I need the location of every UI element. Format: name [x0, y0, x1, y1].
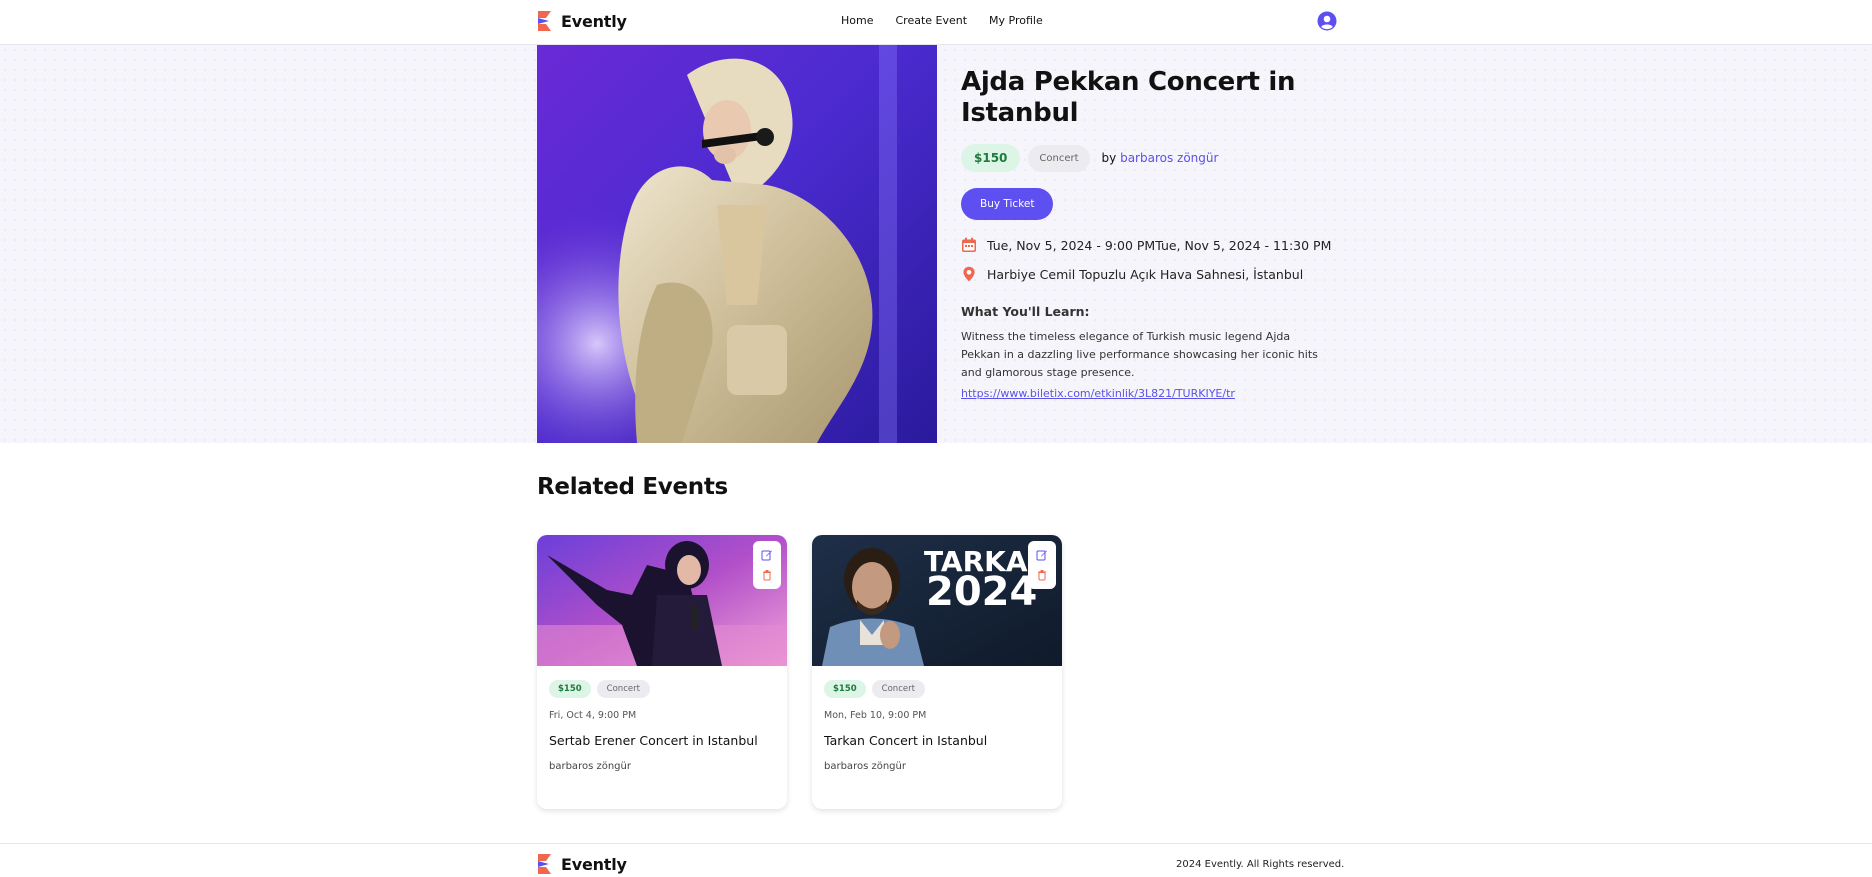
- card-price-badge: $150: [824, 680, 866, 698]
- card-category-badge: Concert: [871, 680, 925, 698]
- card-price-badge: $150: [549, 680, 591, 698]
- event-image: [537, 45, 937, 443]
- card-category-badge: Concert: [596, 680, 650, 698]
- event-card-image: [537, 535, 787, 666]
- copyright-text: 2024 Evently. All Rights reserved.: [1176, 859, 1345, 870]
- card-title[interactable]: Sertab Erener Concert in Istanbul: [549, 733, 775, 748]
- delete-icon[interactable]: [1036, 569, 1048, 581]
- buy-ticket-button[interactable]: Buy Ticket: [961, 188, 1054, 220]
- evently-logo-icon: [538, 854, 551, 874]
- edit-icon[interactable]: [761, 549, 773, 561]
- evently-logo-icon: [538, 11, 551, 31]
- brand-logo-link[interactable]: Evently: [537, 10, 627, 32]
- card-actions: [753, 541, 781, 589]
- event-external-link[interactable]: https://www.biletix.com/etkinlik/3L821/T…: [961, 387, 1341, 400]
- card-date: Mon, Feb 10, 9:00 PM: [824, 710, 927, 721]
- delete-icon[interactable]: [761, 569, 773, 581]
- location-pin-icon: [963, 266, 975, 282]
- event-card[interactable]: TARKAN 2024 $150 Concert Mon, Feb 10, 9:…: [812, 535, 1062, 809]
- price-badge: $150: [961, 144, 1021, 172]
- page-footer: Evently 2024 Evently. All Rights reserve…: [0, 843, 1872, 877]
- brand-name: Evently: [561, 11, 627, 31]
- location-text: Harbiye Cemil Topuzlu Açık Hava Sahnesi,…: [987, 266, 1304, 282]
- event-card-image: TARKAN 2024: [812, 535, 1062, 666]
- event-title: Ajda Pekkan Concert in Istanbul: [961, 67, 1296, 128]
- card-date: Fri, Oct 4, 9:00 PM: [549, 710, 637, 721]
- event-hero: Ajda Pekkan Concert in Istanbul $150 Con…: [0, 45, 1872, 443]
- category-badge: Concert: [1028, 144, 1090, 172]
- calendar-icon: [962, 237, 976, 252]
- event-card-body: $150 Concert Mon, Feb 10, 9:00 PM Tarkan…: [812, 666, 1062, 786]
- event-card[interactable]: $150 Concert Fri, Oct 4, 9:00 PM Sertab …: [537, 535, 787, 809]
- footer-brand-link[interactable]: Evently: [537, 853, 627, 875]
- edit-icon[interactable]: [1036, 549, 1048, 561]
- poster-text-year: 2024: [926, 569, 1037, 615]
- card-organizer: barbaros zöngür: [824, 761, 906, 772]
- top-navbar: Evently Home Create Event My Profile: [0, 0, 1872, 45]
- footer-brand-name: Evently: [561, 854, 627, 874]
- learn-heading: What You'll Learn:: [961, 304, 1090, 319]
- card-actions: [1028, 541, 1056, 589]
- related-events-heading: Related Events: [537, 474, 728, 500]
- organizer-name[interactable]: barbaros zöngür: [1120, 151, 1218, 165]
- nav-my-profile[interactable]: My Profile: [989, 14, 1043, 27]
- card-pills: $150 Concert: [549, 680, 775, 698]
- event-details: Ajda Pekkan Concert in Istanbul $150 Con…: [961, 67, 1341, 400]
- card-organizer: barbaros zöngür: [549, 761, 631, 772]
- nav-create-event[interactable]: Create Event: [895, 14, 967, 27]
- main-nav: Home Create Event My Profile: [841, 14, 1043, 27]
- user-avatar-icon[interactable]: [1317, 11, 1337, 31]
- card-pills: $150 Concert: [824, 680, 1050, 698]
- nav-home[interactable]: Home: [841, 14, 873, 27]
- event-description: Witness the timeless elegance of Turkish…: [961, 330, 1318, 379]
- event-meta: $150 Concert by barbaros zöngür: [961, 144, 1341, 172]
- datetime-text: Tue, Nov 5, 2024 - 9:00 PMTue, Nov 5, 20…: [987, 237, 1332, 253]
- event-datetime: Tue, Nov 5, 2024 - 9:00 PMTue, Nov 5, 20…: [961, 237, 1341, 253]
- by-label: by: [1101, 151, 1117, 165]
- card-title[interactable]: Tarkan Concert in Istanbul: [824, 733, 1050, 748]
- event-card-body: $150 Concert Fri, Oct 4, 9:00 PM Sertab …: [537, 666, 787, 786]
- organizer-line: by barbaros zöngür: [1102, 151, 1219, 165]
- event-location: Harbiye Cemil Topuzlu Açık Hava Sahnesi,…: [961, 266, 1341, 282]
